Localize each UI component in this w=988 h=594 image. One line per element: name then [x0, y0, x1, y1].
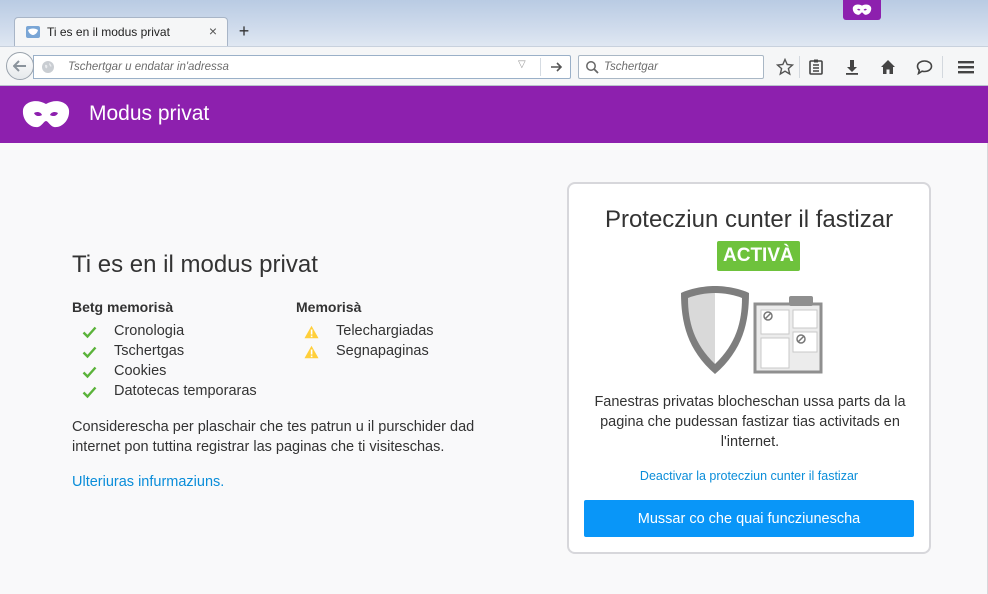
how-it-works-button[interactable]: Mussar co che quai funcziunescha [584, 500, 914, 537]
open-menu-button[interactable] [954, 55, 978, 79]
title-bar: Ti es en il modus privat × + [0, 0, 988, 46]
search-icon [586, 61, 599, 74]
warning-icon [304, 325, 319, 339]
tab-title: Ti es en il modus privat [47, 25, 170, 39]
go-arrow-icon[interactable] [546, 58, 566, 76]
chat-icon [916, 60, 932, 75]
page-title: Ti es en il modus privat [72, 251, 318, 278]
globe-icon [42, 61, 54, 73]
navigation-toolbar: ▽ [0, 46, 988, 86]
url-dropdown-icon[interactable]: ▽ [518, 59, 526, 70]
downloads-button[interactable] [840, 55, 864, 79]
home-button[interactable] [876, 55, 900, 79]
header-title: Modus privat [89, 102, 210, 125]
private-browsing-indicator [843, 0, 881, 20]
bookmark-star-button[interactable] [773, 55, 797, 79]
star-icon [776, 58, 794, 76]
url-input[interactable] [68, 59, 508, 75]
checkmark-icon [82, 326, 97, 339]
url-bar[interactable]: ▽ [33, 55, 571, 79]
disable-tracking-protection-link[interactable]: Deactivar la protecziun cunter il fastiz… [569, 469, 929, 483]
saved-heading: Memorisà [296, 299, 362, 315]
tracking-shield-illustration [681, 286, 823, 374]
reading-list-button[interactable] [804, 55, 828, 79]
search-input[interactable] [604, 59, 754, 75]
private-mask-icon [852, 4, 872, 15]
tracking-protection-description: Fanestras privatas blocheschan ussa part… [594, 394, 906, 450]
tracking-protection-card: Protecziun cunter il fastizar ACTIVÀ Fan… [567, 182, 931, 554]
private-mask-icon [22, 101, 70, 128]
new-tab-button[interactable]: + [234, 20, 254, 42]
tracking-protection-title: Protecziun cunter il fastizar [604, 206, 894, 233]
search-bar[interactable] [578, 55, 764, 79]
checkmark-icon [82, 366, 97, 379]
list-item-label: Segnapaginas [336, 343, 429, 359]
home-icon [881, 60, 895, 74]
status-badge: ACTIVÀ [717, 241, 800, 271]
close-tab-icon[interactable]: × [209, 23, 217, 39]
checkmark-icon [82, 386, 97, 399]
toolbar-divider [942, 56, 943, 78]
private-browsing-header: Modus privat [0, 86, 988, 143]
not-saved-heading: Betg memorisà [72, 299, 174, 315]
back-arrow-icon [13, 60, 26, 72]
toolbar-divider [799, 56, 800, 78]
list-item-label: Cookies [114, 363, 167, 379]
download-icon [846, 60, 858, 75]
checkmark-icon [82, 346, 97, 359]
chat-button[interactable] [912, 55, 936, 79]
list-item-label: Tschertgas [114, 343, 185, 359]
list-item-label: Datotecas temporaras [114, 383, 257, 399]
hamburger-menu-icon [958, 61, 974, 74]
learn-more-link[interactable]: Ulteriuras infurmaziuns. [72, 474, 224, 490]
private-browsing-content: Ti es en il modus privat Betg memorisà C… [0, 143, 988, 594]
list-item-label: Cronologia [114, 323, 185, 339]
list-item-label: Telechargiadas [336, 323, 434, 339]
private-tab-favicon [26, 26, 40, 38]
back-button[interactable] [6, 52, 34, 80]
tab-private-browsing[interactable]: Ti es en il modus privat × [14, 17, 228, 46]
reading-list-icon [809, 59, 823, 75]
privacy-description: Considerescha per plaschair che tes patr… [72, 419, 475, 455]
url-bar-divider [540, 58, 541, 76]
warning-icon [304, 345, 319, 359]
